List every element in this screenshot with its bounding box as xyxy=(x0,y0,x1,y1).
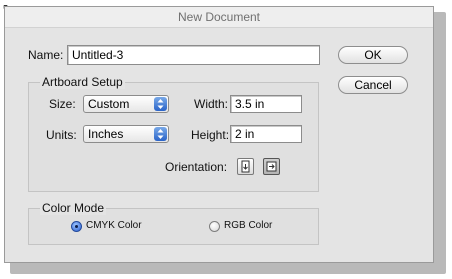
cmyk-radio[interactable] xyxy=(71,221,82,232)
orientation-label: Orientation: xyxy=(165,160,228,174)
landscape-icon xyxy=(266,161,277,172)
color-mode-title: Color Mode xyxy=(40,201,107,215)
size-dropdown[interactable]: Custom xyxy=(83,95,169,113)
cancel-button[interactable]: Cancel xyxy=(338,76,408,94)
rgb-radio[interactable] xyxy=(209,221,220,232)
stepper-icon xyxy=(154,127,167,141)
cmyk-label: CMYK Color xyxy=(86,220,142,231)
width-field[interactable]: 3.5 in xyxy=(230,95,302,113)
height-field[interactable]: 2 in xyxy=(230,125,302,143)
size-value: Custom xyxy=(88,97,130,111)
stepper-icon xyxy=(154,97,167,111)
width-label: Width: xyxy=(194,97,229,111)
height-label: Height: xyxy=(191,128,230,142)
units-label: Units: xyxy=(46,128,77,142)
rgb-label: RGB Color xyxy=(224,220,273,231)
portrait-icon xyxy=(241,160,250,173)
units-value: Inches xyxy=(88,127,124,141)
landscape-button[interactable] xyxy=(263,158,280,175)
new-document-dialog: New Document Name: Untitled-3 OK Cancel … xyxy=(4,6,434,263)
portrait-button[interactable] xyxy=(237,158,254,175)
artboard-setup-title: Artboard Setup xyxy=(40,75,125,89)
ok-button[interactable]: OK xyxy=(338,46,408,64)
name-field[interactable]: Untitled-3 xyxy=(67,45,320,65)
size-label: Size: xyxy=(49,97,76,111)
window-title: New Document xyxy=(5,7,433,28)
units-dropdown[interactable]: Inches xyxy=(83,125,169,143)
name-label: Name: xyxy=(28,48,64,62)
